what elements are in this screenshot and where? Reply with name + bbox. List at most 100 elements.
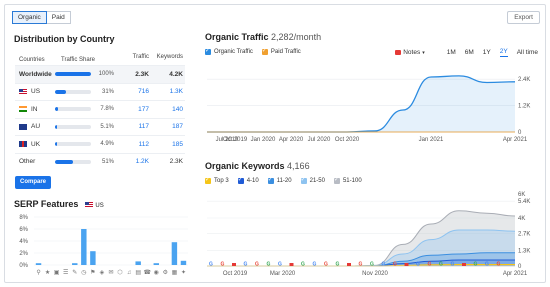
tab-organic[interactable]: Organic [12,11,47,24]
serp-feature-icon: ⚙ [163,269,168,276]
share-bar [55,142,91,147]
x-tick-label: Jan 2020 [251,137,276,143]
export-button[interactable]: Export [507,11,540,24]
legend-label: Paid Traffic [270,49,301,55]
traffic-value[interactable]: 1.2K [117,158,151,165]
share-bar [55,89,91,94]
keywords-value: 4.2K [169,70,183,78]
x-tick-label: Apr 2021 [503,137,528,143]
legend-label: Organic Traffic [214,49,253,55]
legend-label: Top 3 [214,178,229,184]
google-update-icon: G [370,262,374,268]
range-6m[interactable]: 6M [465,49,474,56]
serp-feature-icon: ⬡ [117,269,122,276]
country-name: US [31,88,41,96]
in-flag-icon [19,106,27,113]
google-update-icon: G [255,262,259,268]
range-1m[interactable]: 1M [447,49,456,56]
table-header: Countries Traffic Share Traffic Keywords [15,54,185,65]
serp-bar [180,260,187,265]
organic-keywords-chart: G G G G G G G G G G G G G G G G G G G G G 0 1.3K 2.7K 4K 5.4K6K Oc… [206,192,530,277]
share-bar-fill [55,142,57,147]
serp-feature-icon: ✦ [181,269,186,276]
organic-traffic-value: 2,282/month [271,32,322,42]
range-all-time[interactable]: All time [517,49,538,56]
table-row[interactable]: Worldwide 100% 2.3K 4.2K [15,65,185,83]
share-bar [55,124,91,129]
google-update-icon: G [336,262,340,268]
traffic-value[interactable]: 117 [117,123,151,130]
x-tick-label: Jul 2020 [308,137,331,143]
y-tick-label: 0% [19,263,28,269]
keywords-value[interactable]: 185 [151,141,185,148]
legend-kw-3[interactable]: 21-50 [300,176,325,184]
y-tick-label: 1.2K [518,104,530,110]
legend-label: 4-10 [246,178,259,184]
legend-kw-2[interactable]: 11-20 [267,176,292,184]
serp-feature-icon: ★ [45,269,50,276]
serp-bar [90,251,96,265]
google-update-icon: G [497,262,501,268]
organic-keywords-value: 4,166 [287,161,310,171]
x-tick-label: Jan 2021 [419,137,444,143]
google-update-icon: G [428,262,432,268]
serp-bar [153,263,160,265]
share-bar-fill [55,107,58,112]
y-tick-label: 4K [518,216,525,222]
serp-feature-icon: ◈ [100,270,105,276]
y-tick-label: 8% [19,215,28,221]
share-cell: 51% [55,159,117,165]
country-table: Countries Traffic Share Traffic Keywords… [15,54,185,170]
compare-button[interactable]: Compare [15,176,52,189]
tab-paid[interactable]: Paid [46,11,71,24]
legend-kw-0[interactable]: Top 3 [205,176,229,184]
checkbox-icon [261,47,268,55]
organic-traffic-chart: 01.2K2.4KJul 2019Oct 2019 Jan 2020 Apr 202… [207,75,530,143]
range-1y[interactable]: 1Y [483,49,491,56]
serp-bar [35,263,42,265]
y-tick-label: 1.3K [518,248,530,254]
legend-kw-4[interactable]: 51-100 [333,176,362,184]
share-percent: 51% [101,158,114,165]
organic-keywords-legend: Top 3 4-10 11-20 21-50 51-100 [205,176,362,184]
keywords-value[interactable]: 2.3K [151,158,185,165]
chevron-down-icon: ▾ [422,49,425,56]
traffic-type-tabs: Organic Paid [12,11,71,24]
checkbox-icon [205,47,211,55]
notes-dropdown[interactable]: Notes ▾ [395,49,425,56]
us-flag-icon [84,201,93,208]
google-update-icon: G [209,262,213,268]
traffic-value[interactable]: 177 [117,106,151,113]
traffic-value[interactable]: 716 [117,88,151,95]
organic-keywords-title-text: Organic Keywords [205,161,285,171]
table-row[interactable]: IN 7.8% 177 140 [15,100,185,118]
note-marker-icon [404,263,409,266]
legend-label: 51-100 [342,178,362,184]
y-tick-label: 2.4K [518,77,530,83]
keywords-value[interactable]: 187 [151,123,185,130]
legend-kw-1[interactable]: 4-10 [237,176,259,184]
share-bar [55,72,91,77]
google-update-icon: G [359,262,363,268]
table-row[interactable]: Other 51% 1.2K 2.3K [15,152,185,171]
range-2y[interactable]: 2Y [499,48,508,57]
share-cell: 7.8% [55,106,117,112]
checkbox-icon [267,176,274,184]
y-tick-label: 6K [518,192,525,198]
table-row[interactable]: US 31% 716 1.3K [15,82,185,101]
share-bar [55,159,91,164]
google-update-icon: G [451,262,455,268]
legend-paid-traffic[interactable]: Paid Traffic [261,47,301,55]
traffic-value[interactable]: 112 [117,141,151,148]
x-tick-label: Mar 2020 [270,271,296,277]
legend-organic-traffic[interactable]: Organic Traffic [205,47,253,55]
keywords-value[interactable]: 140 [151,106,185,113]
y-tick-label: 5.4K [518,199,530,205]
share-percent: 5.1% [100,123,114,130]
table-row[interactable]: UK 4.9% 112 185 [15,135,185,153]
share-cell: 100% [55,71,117,77]
table-row[interactable]: AU 5.1% 117 187 [15,117,185,136]
organic-traffic-area [207,75,515,132]
keywords-value[interactable]: 1.3K [151,88,185,95]
share-percent: 7.8% [100,106,114,113]
